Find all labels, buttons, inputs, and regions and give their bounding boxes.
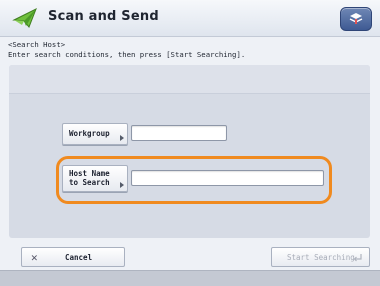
close-x-icon: ✕ bbox=[31, 251, 38, 264]
start-searching-button[interactable]: Start Searching bbox=[271, 247, 370, 267]
cancel-button[interactable]: ✕ Cancel bbox=[21, 247, 125, 267]
page-title: Scan and Send bbox=[48, 9, 159, 24]
instructions-title: <Search Host> bbox=[8, 40, 66, 49]
scan-and-send-screen: Scan and Send <Search Host> Enter search… bbox=[0, 0, 380, 286]
footer-strip bbox=[0, 270, 380, 286]
start-searching-label: Start Searching bbox=[287, 253, 355, 262]
workgroup-field[interactable] bbox=[131, 125, 227, 141]
instructions-text: Enter search conditions, then press [Sta… bbox=[8, 50, 246, 59]
panel-header-strip bbox=[9, 65, 370, 94]
search-conditions-panel bbox=[9, 65, 370, 238]
stack-menu-button[interactable] bbox=[340, 7, 372, 31]
paper-plane-icon bbox=[12, 6, 38, 30]
header-bar: Scan and Send bbox=[0, 0, 380, 37]
instructions: <Search Host> Enter search conditions, t… bbox=[8, 40, 372, 60]
stack-menu-icon bbox=[349, 13, 363, 24]
enter-icon bbox=[353, 254, 363, 264]
workgroup-label: Workgroup bbox=[69, 129, 110, 138]
workgroup-button[interactable]: Workgroup bbox=[62, 123, 128, 145]
cancel-label: Cancel bbox=[65, 253, 93, 262]
arrow-right-icon bbox=[120, 135, 124, 141]
host-name-highlight bbox=[56, 156, 332, 204]
